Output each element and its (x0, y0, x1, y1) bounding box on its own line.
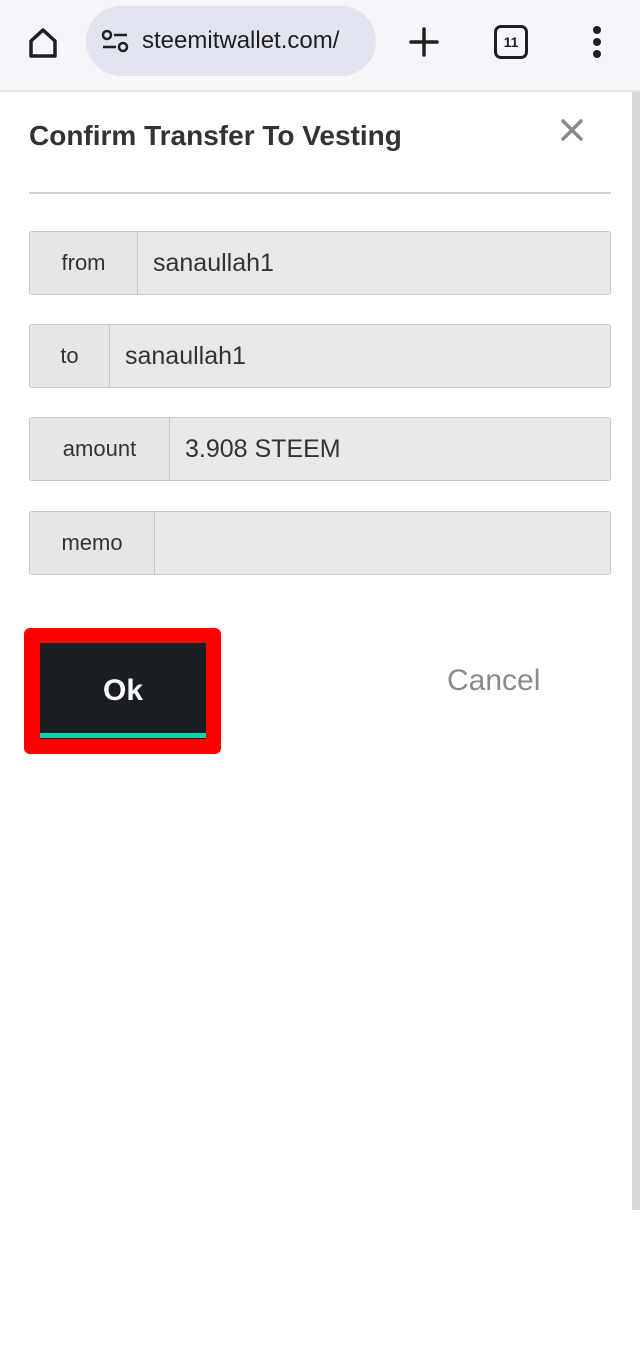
amount-value: 3.908 STEEM (170, 418, 610, 480)
ok-button-label: Ok (102, 674, 144, 707)
memo-label: memo (30, 512, 155, 574)
plus-icon[interactable] (404, 22, 444, 62)
amount-field: amount 3.908 STEEM (29, 417, 611, 481)
ok-button-accent (40, 733, 206, 738)
page-scrollbar[interactable] (632, 92, 640, 1210)
tab-count: 11 (503, 34, 519, 50)
from-label: from (30, 232, 138, 294)
title-divider (29, 192, 611, 194)
modal-title: Confirm Transfer To Vesting (29, 120, 402, 151)
memo-field: memo (29, 511, 611, 575)
amount-label: amount (30, 418, 170, 480)
to-field: to sanaullah1 (29, 324, 611, 388)
close-icon[interactable] (556, 112, 588, 148)
tab-switcher-icon[interactable]: 11 (494, 25, 528, 59)
more-vert-icon[interactable] (584, 22, 610, 62)
from-value: sanaullah1 (138, 232, 610, 294)
browser-toolbar: steemitwallet.com/ 11 (0, 0, 640, 90)
toolbar-divider (0, 90, 640, 92)
address-bar[interactable]: steemitwallet.com/ (86, 6, 376, 76)
to-value: sanaullah1 (110, 325, 610, 387)
url-text[interactable]: steemitwallet.com/ (142, 27, 339, 55)
cancel-button[interactable]: Cancel (447, 664, 540, 698)
ok-button[interactable]: Ok (40, 643, 206, 739)
home-icon[interactable] (22, 22, 64, 64)
tune-icon[interactable] (100, 26, 130, 56)
from-field: from sanaullah1 (29, 231, 611, 295)
to-label: to (30, 325, 110, 387)
memo-value (155, 512, 610, 574)
